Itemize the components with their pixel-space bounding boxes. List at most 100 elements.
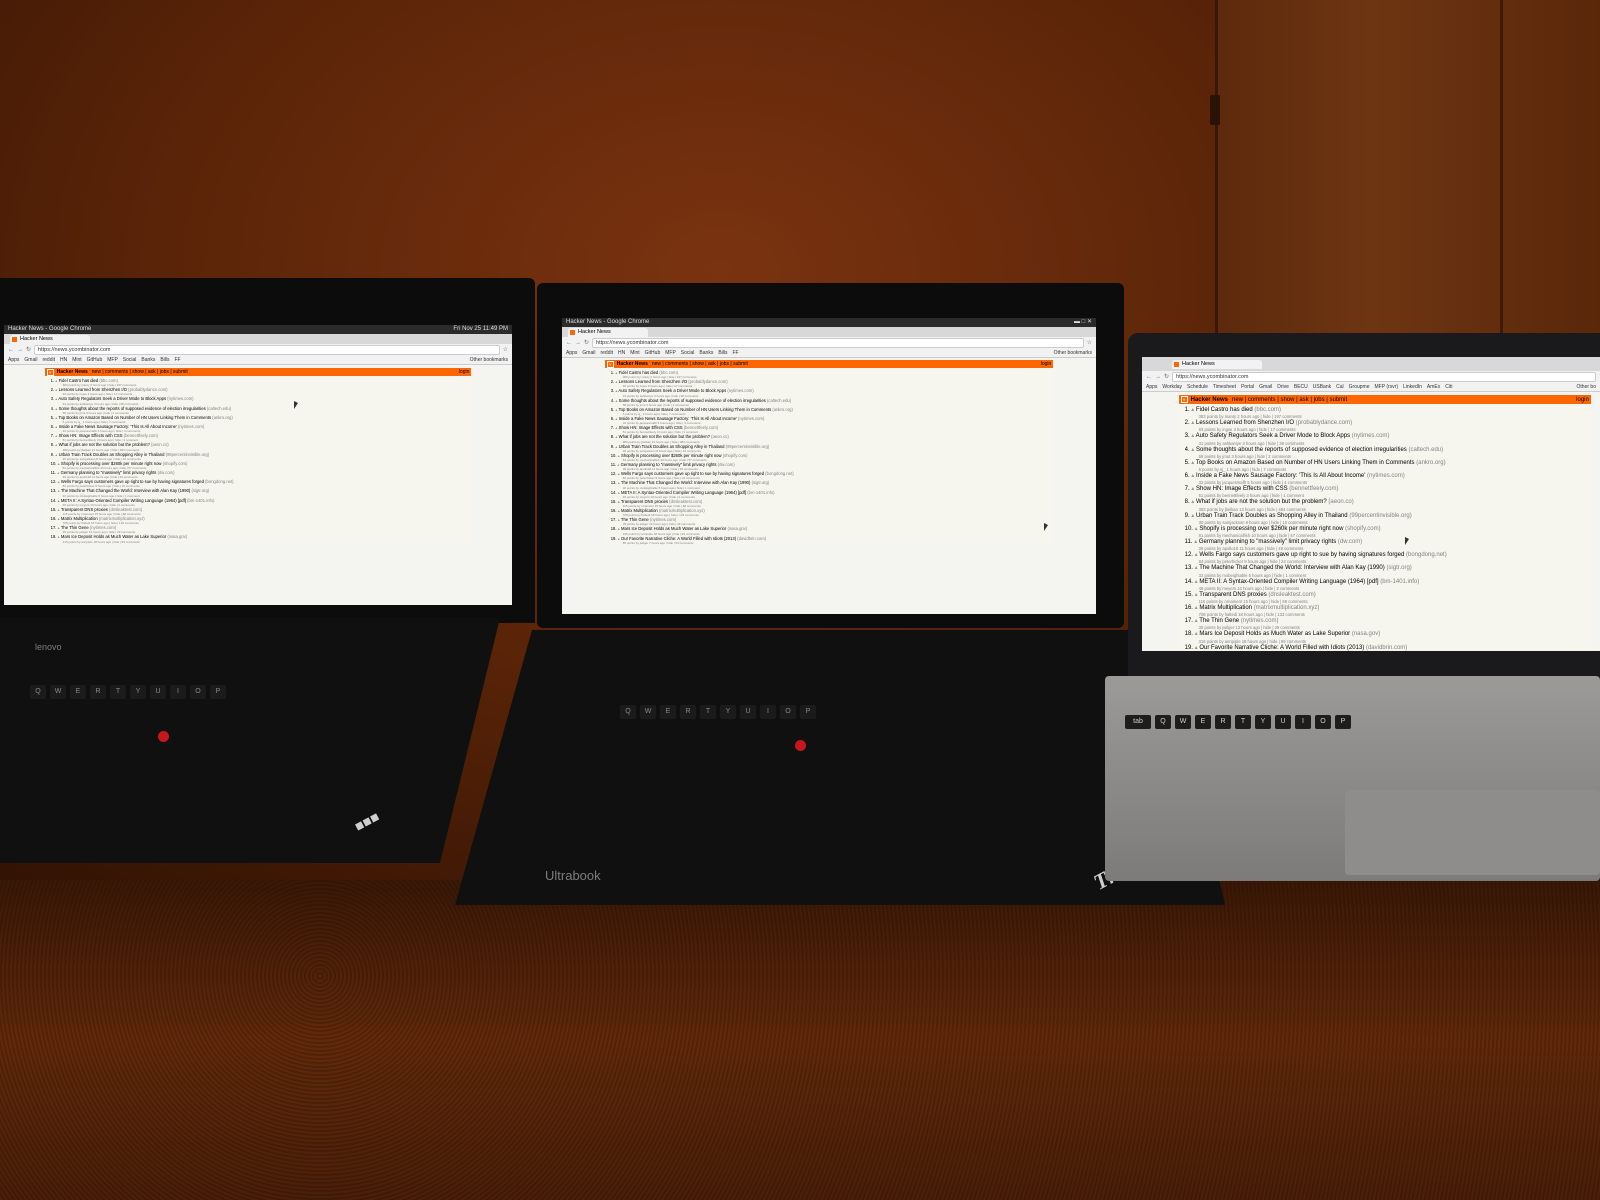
other-bookmarks[interactable]: Other bo — [1577, 384, 1596, 390]
story-title-link[interactable]: Our Favorite Narrative Cliche: A World F… — [1199, 645, 1364, 651]
story-title-link[interactable]: Auto Safety Regulators Seek a Driver Mod… — [618, 388, 726, 393]
keyboard-key[interactable]: I — [170, 685, 186, 699]
story-title-link[interactable]: Show HN: Image Effects with CSS — [1196, 486, 1288, 492]
story-title-link[interactable]: META II: A Syntax-Oriented Compiler Writ… — [1199, 579, 1378, 585]
keyboard-key[interactable]: E — [70, 685, 86, 699]
bookmark-item[interactable]: Cal — [1336, 384, 1344, 390]
story-site[interactable]: (bm-1401.info) — [187, 498, 214, 503]
story-site[interactable]: (probablydance.com) — [688, 379, 727, 384]
story-title-link[interactable]: The Machine That Changed the World: Inte… — [61, 488, 191, 493]
story-site[interactable]: (dw.com) — [158, 470, 175, 475]
star-icon[interactable]: ☆ — [1087, 339, 1092, 346]
story-site[interactable]: (nytimes.com) — [738, 416, 764, 421]
keyboard-key[interactable]: U — [1275, 715, 1291, 729]
story-site[interactable]: (bm-1401.info) — [1380, 579, 1419, 585]
keyboard-key[interactable]: I — [1295, 715, 1311, 729]
forward-icon[interactable]: → — [575, 340, 581, 346]
bookmark-item[interactable]: Apps — [566, 350, 577, 356]
story-title-link[interactable]: Some thoughts about the reports of suppo… — [59, 406, 206, 411]
story-site[interactable]: (dw.com) — [1338, 539, 1362, 545]
story-title-link[interactable]: Mars Ice Deposit Holds as Much Water as … — [1199, 631, 1350, 637]
other-bookmarks[interactable]: Other bookmarks — [1054, 350, 1092, 356]
story-site[interactable]: (aeon.co) — [711, 434, 729, 439]
keyboard-key[interactable]: T — [110, 685, 126, 699]
keyboard-key[interactable]: Y — [1255, 715, 1271, 729]
story-site[interactable]: (matrixmultiplication.xyz) — [1254, 605, 1320, 611]
bookmark-item[interactable]: BECU — [1294, 384, 1308, 390]
story-site[interactable]: (aeon.co) — [151, 442, 169, 447]
bookmark-item[interactable]: Groupme — [1349, 384, 1370, 390]
story-title-link[interactable]: The Machine That Changed the World: Inte… — [1199, 565, 1385, 571]
story-site[interactable]: (nasa.gov) — [1352, 631, 1380, 637]
story-title-link[interactable]: Mars Ice Deposit Holds as Much Water as … — [61, 534, 166, 539]
story-title-link[interactable]: Inside a Fake News Sausage Factory: 'Thi… — [1196, 473, 1365, 479]
bookmark-item[interactable]: FF — [175, 357, 181, 363]
bookmark-item[interactable]: Gmail — [1259, 384, 1272, 390]
story-site[interactable]: (nasa.gov) — [167, 534, 187, 539]
forward-icon[interactable]: → — [1155, 374, 1161, 380]
keyboard-key[interactable]: W — [50, 685, 66, 699]
bookmark-item[interactable]: Mint — [630, 350, 639, 356]
story-site[interactable]: (99percentinvisible.org) — [1349, 513, 1411, 519]
story-title-link[interactable]: Transparent DNS proxies — [1199, 592, 1266, 598]
story-site[interactable]: (ankro.org) — [212, 415, 232, 420]
keyboard-key[interactable]: U — [740, 705, 756, 719]
bookmark-item[interactable]: Drive — [1277, 384, 1289, 390]
story-title-link[interactable]: Fidel Castro has died — [1196, 407, 1253, 413]
browser-tab[interactable]: Hacker News — [1172, 360, 1262, 369]
address-bar[interactable]: https://news.ycombinator.com — [34, 344, 500, 355]
bookmark-item[interactable]: GitHub — [645, 350, 661, 356]
keyboard-key[interactable]: Q — [620, 705, 636, 719]
reload-icon[interactable]: ↻ — [26, 346, 31, 353]
bookmark-item[interactable]: HN — [618, 350, 625, 356]
bookmark-item[interactable]: Apps — [8, 357, 19, 363]
left-trackpoint[interactable] — [158, 731, 169, 742]
hn-nav[interactable]: new | comments | show | ask | jobs | sub… — [1232, 397, 1347, 403]
story-site[interactable]: (probablydance.com) — [128, 387, 167, 392]
hn-nav[interactable]: new | comments | show | ask | jobs | sub… — [652, 361, 748, 367]
reload-icon[interactable]: ↻ — [1164, 373, 1169, 380]
story-title-link[interactable]: Top Books on Amazon Based on Number of H… — [1196, 460, 1415, 466]
keyboard-key[interactable]: R — [90, 685, 106, 699]
story-site[interactable]: (ankro.org) — [772, 407, 792, 412]
story-site[interactable]: (nytimes.com) — [727, 388, 753, 393]
hn-nav[interactable]: new | comments | show | ask | jobs | sub… — [92, 369, 188, 375]
address-bar[interactable]: https://news.ycombinator.com — [1172, 371, 1596, 382]
bookmark-item[interactable]: Workday — [1162, 384, 1182, 390]
window-controls-icon[interactable]: ▬ □ ✕ — [1074, 318, 1092, 327]
story-site[interactable]: (99percentinvisible.org) — [166, 452, 210, 457]
story-title-link[interactable]: Lessons Learned from Shenzhen I/O — [1196, 420, 1294, 426]
address-bar[interactable]: https://news.ycombinator.com — [592, 337, 1084, 348]
keyboard-key[interactable]: T — [700, 705, 716, 719]
story-site[interactable]: (nasa.gov) — [727, 526, 747, 531]
reload-icon[interactable]: ↻ — [584, 339, 589, 346]
story-site[interactable]: (probablydance.com) — [1296, 420, 1352, 426]
story-title-link[interactable]: Shopify is processing over $260k per min… — [1199, 526, 1343, 532]
bookmark-item[interactable]: GitHub — [87, 357, 103, 363]
keyboard-key[interactable]: E — [1195, 715, 1211, 729]
story-site[interactable]: (bbc.com) — [1254, 407, 1281, 413]
keyboard-key[interactable]: O — [190, 685, 206, 699]
keyboard-key[interactable]: O — [780, 705, 796, 719]
story-site[interactable]: (dnsleaktest.com) — [1268, 592, 1315, 598]
back-icon[interactable]: ← — [1146, 374, 1152, 380]
bookmark-item[interactable]: AmEx — [1427, 384, 1440, 390]
story-title-link[interactable]: Auto Safety Regulators Seek a Driver Mod… — [58, 396, 166, 401]
hn-title[interactable]: Hacker News — [1191, 397, 1228, 403]
bookmark-item[interactable]: Social — [123, 357, 137, 363]
hn-logo-icon[interactable]: Y — [606, 360, 614, 368]
hn-login[interactable]: login — [1576, 397, 1589, 403]
bookmark-item[interactable]: Timesheet — [1213, 384, 1236, 390]
story-title-link[interactable]: The Machine That Changed the World: Inte… — [621, 480, 751, 485]
story-title-link[interactable]: What if jobs are not the solution but th… — [619, 434, 710, 439]
story-site[interactable]: (bm-1401.info) — [747, 490, 774, 495]
story-site[interactable]: (bongdong.net) — [1406, 552, 1447, 558]
keyboard-key[interactable]: tab — [1125, 715, 1151, 729]
keyboard-key[interactable]: Y — [130, 685, 146, 699]
keyboard-key[interactable]: T — [1235, 715, 1251, 729]
story-site[interactable]: (sigtr.org) — [752, 480, 770, 485]
keyboard-key[interactable]: I — [760, 705, 776, 719]
story-site[interactable]: (sigtr.org) — [191, 488, 209, 493]
bookmark-item[interactable]: MFP (rsvr) — [1374, 384, 1398, 390]
bookmark-item[interactable]: Social — [681, 350, 695, 356]
